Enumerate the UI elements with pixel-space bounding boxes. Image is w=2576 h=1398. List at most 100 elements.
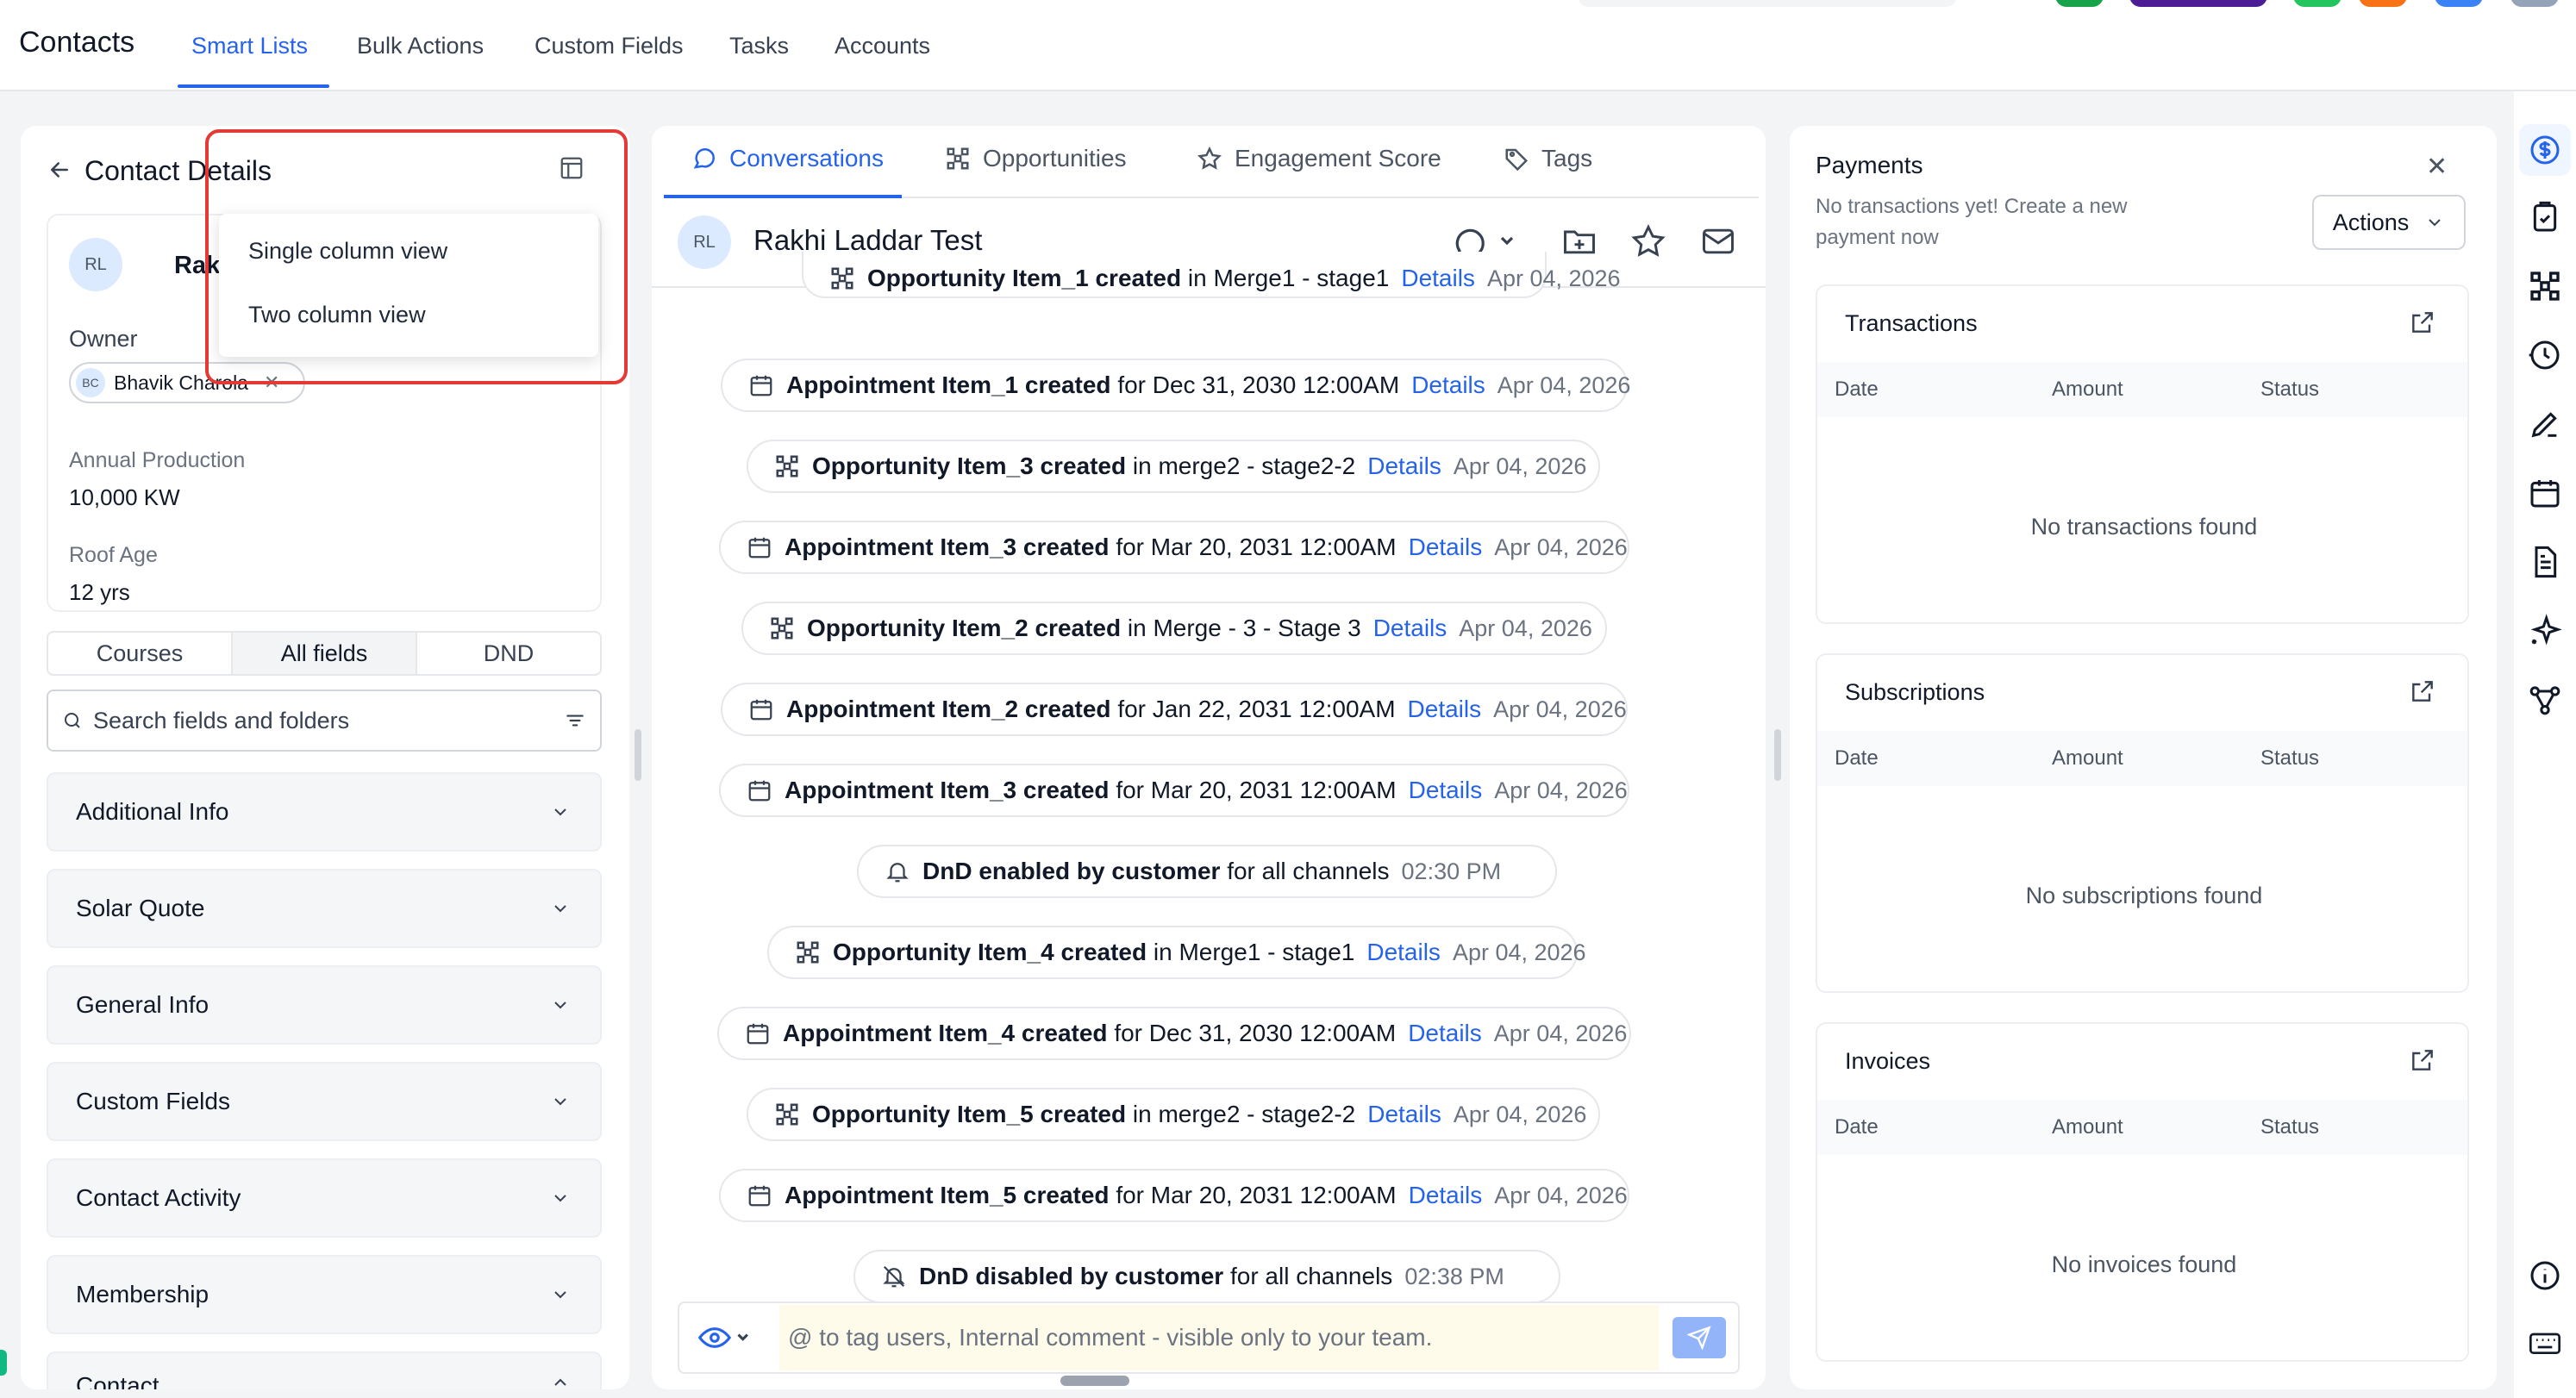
section-membership[interactable]: Membership	[47, 1255, 602, 1334]
top-status-dot[interactable]	[2055, 0, 2104, 7]
segment-all-fields[interactable]: All fields	[233, 633, 417, 674]
card-title: Transactions	[1845, 310, 1978, 336]
opportunity-icon	[774, 1102, 800, 1127]
tab-accounts[interactable]: Accounts	[835, 33, 930, 59]
timeline-bold: Appointment Item_5 created	[785, 1182, 1110, 1208]
filter-icon[interactable]	[564, 709, 586, 732]
tab-bulk-actions[interactable]: Bulk Actions	[357, 33, 484, 59]
details-link[interactable]: Details	[1411, 371, 1485, 399]
timeline-date: Apr 04, 2026	[1453, 452, 1587, 479]
star-icon[interactable]	[1629, 222, 1667, 265]
tag-icon	[1505, 148, 1529, 172]
email-icon[interactable]	[1698, 222, 1738, 265]
clipboard-check-icon[interactable]	[2528, 200, 2562, 239]
visibility-toggle-icon[interactable]	[697, 1324, 752, 1356]
tab-conversations[interactable]: Conversations	[691, 145, 884, 172]
comment-input[interactable]: @ to tag users, Internal comment - visib…	[779, 1305, 1659, 1370]
segment-courses[interactable]: Courses	[48, 633, 233, 674]
info-icon[interactable]	[2528, 1258, 2562, 1297]
payments-icon[interactable]	[2528, 133, 2562, 172]
details-link[interactable]: Details	[1409, 534, 1483, 561]
conversations-panel: Conversations Opportunities Engagement S…	[652, 126, 1766, 1389]
top-icon-2[interactable]	[2359, 0, 2407, 7]
external-link-icon[interactable]	[2409, 309, 2436, 340]
sparkle-icon[interactable]	[2528, 614, 2562, 652]
close-icon[interactable]: ✕	[2426, 152, 2448, 182]
timeline-bold: Opportunity Item_2 created	[807, 615, 1122, 641]
timeline-detail: for Mar 20, 2031 12:00AM	[1116, 534, 1397, 560]
section-solar-quote[interactable]: Solar Quote	[47, 869, 602, 948]
status-dot	[0, 1350, 7, 1376]
top-icon-1[interactable]	[2293, 0, 2342, 7]
tab-opportunities[interactable]: Opportunities	[945, 145, 1127, 172]
document-icon[interactable]	[2528, 545, 2562, 584]
calendar-icon[interactable]	[2528, 476, 2562, 515]
send-button[interactable]	[1673, 1317, 1726, 1358]
timeline-text: Appointment Item_3 created for Mar 20, 2…	[785, 534, 1397, 561]
highlight-box	[205, 129, 628, 384]
tab-smart-lists[interactable]: Smart Lists	[191, 33, 308, 59]
top-icon-3[interactable]	[2435, 0, 2483, 7]
external-link-icon[interactable]	[2409, 1046, 2436, 1078]
timeline-bold: Appointment Item_2 created	[786, 696, 1111, 722]
timeline-item: Opportunity Item_1 created in Merge1 - s…	[802, 252, 1621, 298]
external-link-icon[interactable]	[2409, 677, 2436, 709]
right-resize-handle[interactable]	[1774, 729, 1781, 781]
top-avatar[interactable]	[2510, 0, 2559, 7]
opportunity-icon	[769, 615, 795, 641]
timeline-date: Apr 04, 2026	[1494, 777, 1628, 803]
invoices-card: Invoices Date Amount Status No invoices …	[1816, 1022, 2469, 1362]
tab-tags[interactable]: Tags	[1504, 145, 1592, 172]
center-scrollbar[interactable]	[1060, 1376, 1129, 1386]
column-date: Date	[1835, 378, 1879, 401]
details-link[interactable]: Details	[1373, 615, 1447, 642]
details-link[interactable]: Details	[1408, 1020, 1482, 1047]
section-general-info[interactable]: General Info	[47, 965, 602, 1045]
section-additional-info[interactable]: Additional Info	[47, 772, 602, 852]
segment-dnd[interactable]: DND	[417, 633, 600, 674]
actions-dropdown[interactable]: Actions	[2312, 195, 2466, 250]
edit-icon[interactable]	[2528, 407, 2562, 446]
timeline-text: Appointment Item_2 created for Jan 22, 2…	[786, 696, 1396, 723]
details-link[interactable]: Details	[1409, 1182, 1483, 1209]
tab-custom-fields[interactable]: Custom Fields	[535, 33, 684, 59]
timeline-date: Apr 04, 2026	[1459, 615, 1592, 641]
column-amount: Amount	[2052, 378, 2123, 401]
section-title: Custom Fields	[76, 1088, 230, 1114]
opportunities-icon	[947, 147, 969, 170]
opportunities-icon[interactable]	[2528, 269, 2562, 308]
timeline-detail: for Dec 31, 2030 12:00AM	[1114, 1020, 1397, 1046]
column-status: Status	[2260, 746, 2320, 770]
details-link[interactable]: Details	[1401, 265, 1475, 292]
timeline-text: Appointment Item_1 created for Dec 31, 2…	[786, 371, 1399, 399]
details-link[interactable]: Details	[1367, 1101, 1441, 1128]
field-value-roof-age: 12 yrs	[69, 579, 130, 605]
details-link[interactable]: Details	[1408, 696, 1482, 723]
field-search-input[interactable]: Search fields and folders	[47, 690, 602, 752]
top-search-pill[interactable]	[1578, 0, 1957, 7]
owner-label: Owner	[69, 326, 138, 352]
add-folder-icon[interactable]	[1560, 222, 1598, 265]
timeline-bold: DnD enabled by customer	[922, 858, 1221, 884]
details-link[interactable]: Details	[1366, 939, 1441, 966]
left-resize-handle[interactable]	[635, 729, 641, 781]
details-link[interactable]: Details	[1367, 452, 1441, 480]
search-icon	[65, 713, 80, 728]
top-action-pill[interactable]	[2129, 0, 2267, 7]
section-custom-fields[interactable]: Custom Fields	[47, 1062, 602, 1141]
tab-engagement-score[interactable]: Engagement Score	[1197, 145, 1441, 172]
history-icon[interactable]	[2528, 338, 2562, 377]
timeline-item: Opportunity Item_4 created in Merge1 - s…	[767, 926, 1586, 979]
details-link[interactable]: Details	[1409, 777, 1483, 804]
opportunity-icon	[829, 265, 855, 291]
keyboard-icon[interactable]	[2528, 1326, 2562, 1364]
workflow-icon[interactable]	[2528, 683, 2562, 721]
timeline-item: Appointment Item_4 created for Dec 31, 2…	[717, 1007, 1631, 1060]
section-contact[interactable]: Contact	[47, 1351, 602, 1389]
tab-tasks[interactable]: Tasks	[729, 33, 789, 59]
timeline-date: 02:38 PM	[1404, 1263, 1504, 1289]
timeline-text: Appointment Item_4 created for Dec 31, 2…	[783, 1020, 1396, 1047]
app-title: Contacts	[19, 26, 135, 59]
back-arrow-icon[interactable]	[47, 157, 72, 183]
section-contact-activity[interactable]: Contact Activity	[47, 1158, 602, 1238]
